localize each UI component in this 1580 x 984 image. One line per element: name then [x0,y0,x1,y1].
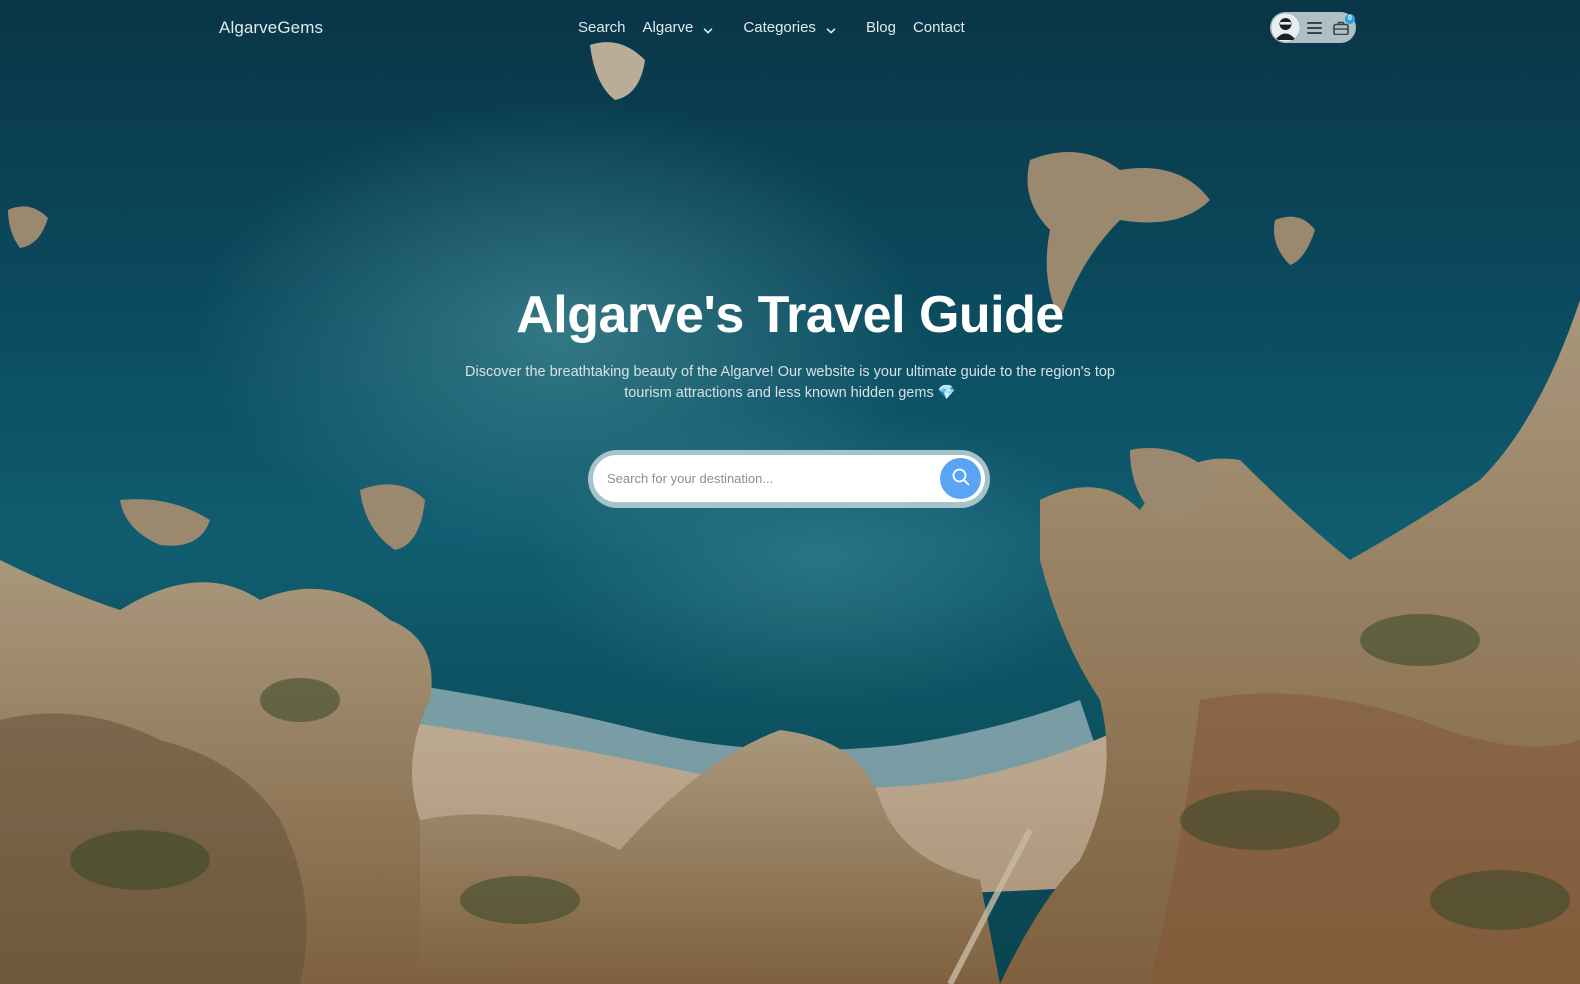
user-menu-button[interactable]: 0 [1270,12,1356,43]
nav-item-label: Search [578,19,626,36]
nav-item-algarve[interactable]: Algarve [643,19,714,36]
page-title: Algarve's Travel Guide [516,286,1064,344]
nav-item-label: Algarve [642,19,694,36]
nav-item-label: Contact [912,19,965,36]
chevron-down-icon [826,23,836,33]
main-menu: Search Algarve Categories Blog Contact [578,19,965,36]
chevron-down-icon [703,23,713,33]
navbar: AlgarveGems Search Algarve Categories Bl… [0,0,1580,56]
search-input[interactable] [607,455,937,502]
search-box [593,455,985,502]
nav-item-label: Blog [865,19,896,36]
trip-count-badge: 0 [1345,13,1355,24]
search-icon [951,467,971,490]
gem-icon: 💎 [937,385,956,401]
hero-subtitle: Discover the breathtaking beauty of the … [460,362,1120,404]
nav-item-label: Categories [743,19,816,36]
brand-logo[interactable]: AlgarveGems [219,18,323,38]
search-button[interactable] [940,458,981,499]
suitcase-icon[interactable]: 0 [1333,13,1355,35]
hero-subtitle-text: Discover the breathtaking beauty of the … [465,364,1115,401]
nav-item-categories[interactable]: Categories [743,19,836,36]
nav-item-search[interactable]: Search [578,19,626,36]
hamburger-icon [1307,21,1322,34]
nav-item-blog[interactable]: Blog [866,19,896,36]
user-avatar [1271,13,1300,42]
search-bar [588,450,990,508]
nav-item-contact[interactable]: Contact [913,19,965,36]
